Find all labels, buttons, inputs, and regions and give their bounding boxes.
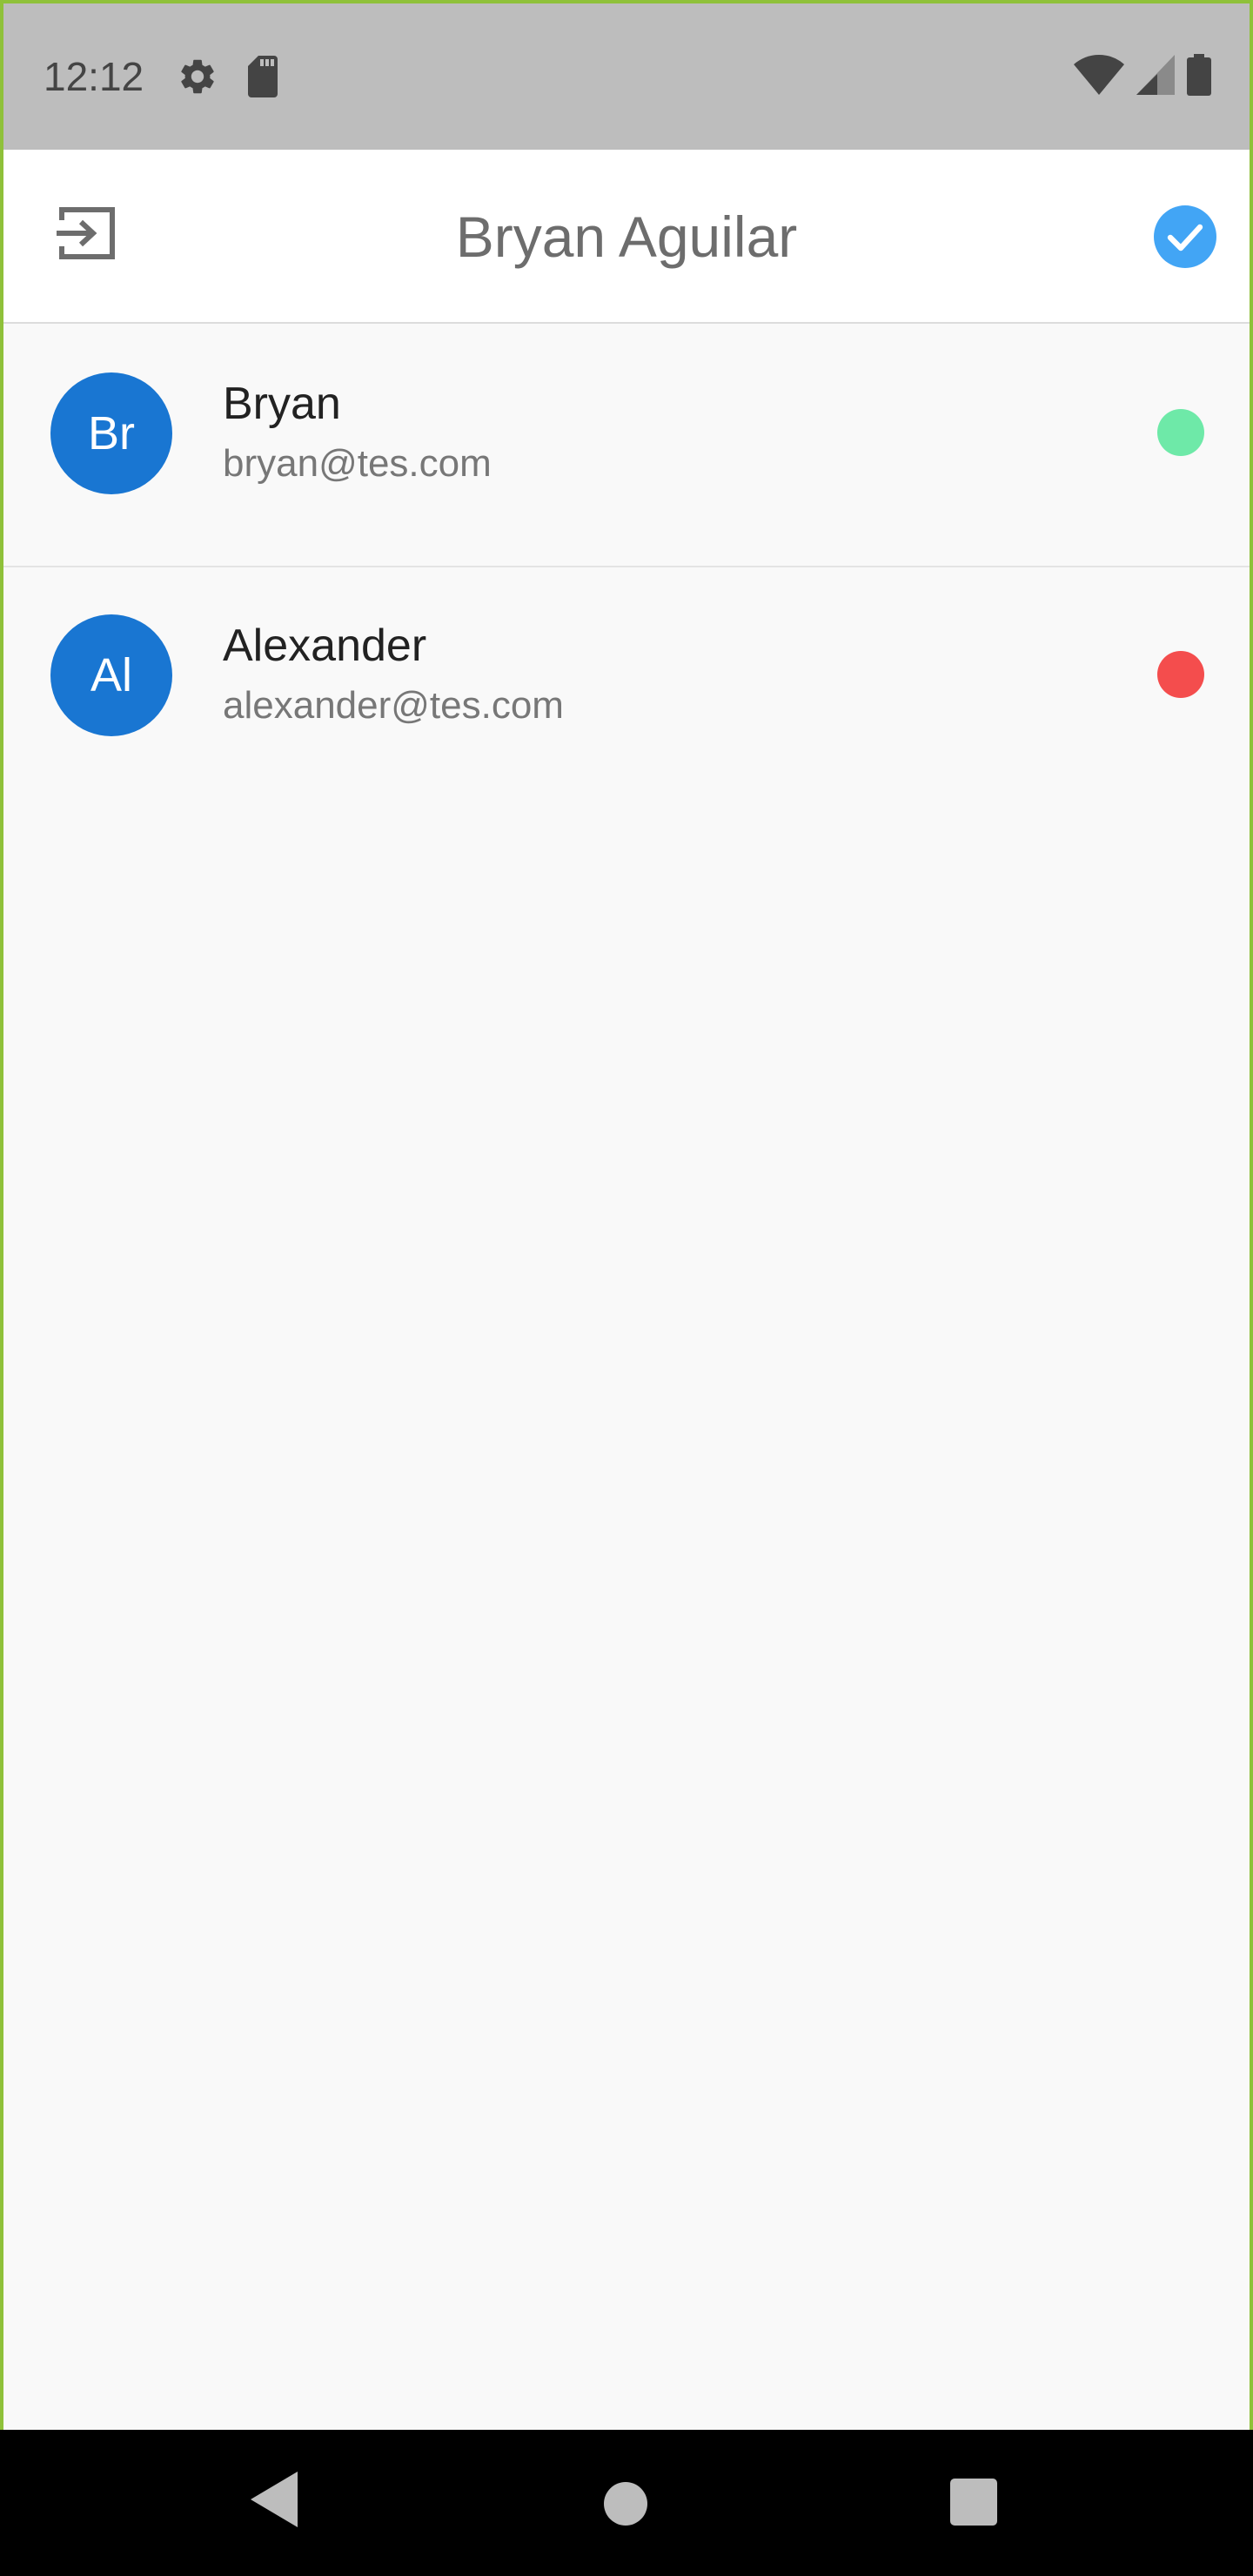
list-item-user[interactable]: Br Bryan bryan@tes.com — [3, 325, 1250, 567]
app-bar: Bryan Aguilar — [3, 150, 1250, 324]
signal-icon — [1136, 55, 1175, 99]
back-icon[interactable] — [251, 2472, 298, 2532]
user-name: Alexander — [223, 621, 427, 671]
status-dot-online — [1157, 409, 1204, 456]
user-email: alexander@tes.com — [223, 684, 564, 727]
check-circle-icon — [1154, 205, 1216, 272]
battery-icon — [1187, 54, 1211, 100]
status-time: 12:12 — [44, 54, 144, 99]
status-dot-offline — [1157, 651, 1204, 698]
check-button[interactable] — [1154, 205, 1216, 268]
avatar: Br — [50, 372, 172, 494]
status-right-icons — [1074, 54, 1211, 100]
home-icon[interactable] — [604, 2482, 647, 2526]
recents-icon[interactable] — [950, 2479, 997, 2526]
sd-card-icon — [246, 56, 281, 97]
user-name: Bryan — [223, 379, 341, 429]
navigation-bar — [0, 2430, 1253, 2576]
user-email: bryan@tes.com — [223, 442, 492, 485]
user-list: Br Bryan bryan@tes.com Al Alexander alex… — [3, 325, 1250, 828]
status-bar: 12:12 — [3, 3, 1250, 150]
list-item-user[interactable]: Al Alexander alexander@tes.com — [3, 567, 1250, 828]
page-title: Bryan Aguilar — [455, 205, 798, 269]
gear-icon — [177, 56, 218, 97]
wifi-icon — [1074, 55, 1124, 99]
avatar: Al — [50, 614, 172, 736]
app-frame: 12:12 Bryan Aguilar Br Bryan bryan@tes.c… — [0, 0, 1253, 2576]
